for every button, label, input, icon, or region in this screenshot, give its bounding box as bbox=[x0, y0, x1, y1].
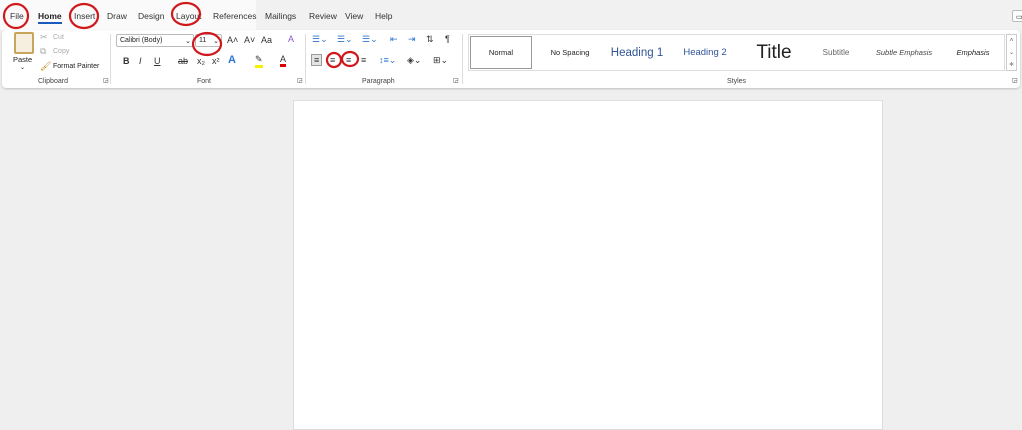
tab-review[interactable]: Review bbox=[309, 11, 337, 21]
paste-dropdown-icon[interactable]: ⌄ bbox=[20, 64, 25, 71]
tab-layout[interactable]: Layout bbox=[176, 11, 202, 21]
tab-draw[interactable]: Draw bbox=[107, 11, 127, 21]
format-painter-icon: 🖌 bbox=[40, 61, 52, 71]
decrease-indent-icon[interactable]: ⇤ bbox=[390, 34, 398, 45]
line-spacing-icon[interactable]: ↕≡⌄ bbox=[379, 55, 396, 66]
style-subtle-emphasis[interactable]: Subtle Emphasis bbox=[871, 35, 937, 70]
underline-button[interactable]: U bbox=[154, 56, 161, 66]
style-title[interactable]: Title bbox=[741, 35, 807, 70]
ribbon: Paste ⌄ ✂ Cut ⧉ Copy 🖌 Format Painter Cl… bbox=[2, 30, 1020, 88]
paragraph-launcher-icon[interactable]: ◲ bbox=[453, 77, 459, 84]
styles-gallery: Normal No Spacing Heading 1 Heading 2 Ti… bbox=[468, 34, 1005, 71]
tab-help[interactable]: Help bbox=[375, 11, 392, 21]
strikethrough-button[interactable]: ab bbox=[178, 56, 188, 66]
paste-button[interactable]: Paste bbox=[13, 55, 32, 64]
tab-view[interactable]: View bbox=[345, 11, 363, 21]
styles-label: Styles bbox=[727, 78, 747, 85]
superscript-button[interactable]: x² bbox=[212, 56, 220, 66]
ribbon-tabs: File Home Insert Draw Design Layout Refe… bbox=[0, 0, 1022, 30]
style-normal[interactable]: Normal bbox=[470, 36, 532, 69]
tab-home[interactable]: Home bbox=[38, 11, 62, 24]
increase-indent-icon[interactable]: ⇥ bbox=[408, 34, 416, 45]
font-label: Font bbox=[197, 78, 212, 85]
bold-button[interactable]: B bbox=[123, 56, 130, 66]
align-left-button[interactable]: ≡ bbox=[311, 54, 323, 66]
shrink-font-button[interactable]: A˅ bbox=[244, 35, 255, 45]
clipboard-label: Clipboard bbox=[38, 78, 68, 85]
tab-file[interactable]: File bbox=[10, 11, 24, 21]
subscript-button[interactable]: x₂ bbox=[197, 56, 205, 66]
comments-button[interactable]: ▭ bbox=[1012, 10, 1022, 22]
highlight-icon[interactable]: ✎ bbox=[255, 54, 263, 68]
cut-button[interactable]: Cut bbox=[53, 34, 64, 41]
style-heading-2[interactable]: Heading 2 bbox=[673, 35, 737, 70]
paragraph-label: Paragraph bbox=[362, 78, 395, 85]
style-subtitle[interactable]: Subtitle bbox=[809, 35, 863, 70]
format-painter-button[interactable]: Format Painter bbox=[53, 63, 99, 70]
font-name-select[interactable]: Calibri (Body) ⌄ bbox=[116, 34, 194, 47]
justify-button[interactable]: ≡ bbox=[361, 55, 366, 65]
document-page[interactable] bbox=[293, 100, 883, 430]
grow-font-button[interactable]: A˄ bbox=[227, 35, 238, 45]
paste-icon bbox=[14, 32, 34, 54]
copy-button[interactable]: Copy bbox=[53, 48, 69, 55]
cut-icon: ✂ bbox=[40, 32, 48, 42]
tab-mailings[interactable]: Mailings bbox=[265, 11, 296, 21]
style-no-spacing[interactable]: No Spacing bbox=[539, 35, 601, 70]
show-marks-icon[interactable]: ¶ bbox=[445, 34, 450, 44]
tab-design[interactable]: Design bbox=[138, 11, 164, 21]
clear-formatting-icon[interactable]: A bbox=[288, 34, 294, 44]
style-emphasis[interactable]: Emphasis bbox=[945, 35, 1001, 70]
change-case-button[interactable]: Aa bbox=[261, 35, 272, 45]
comment-icon: ▭ bbox=[1016, 14, 1022, 21]
bullets-icon[interactable]: ☰⌄ bbox=[312, 34, 328, 45]
styles-launcher-icon[interactable]: ◲ bbox=[1012, 77, 1018, 84]
font-color-icon[interactable]: A bbox=[280, 54, 287, 67]
copy-icon: ⧉ bbox=[40, 46, 47, 56]
style-heading-1[interactable]: Heading 1 bbox=[605, 35, 669, 70]
styles-scroll[interactable]: ˄ ⌄ ≑ bbox=[1006, 34, 1017, 71]
multilevel-list-icon[interactable]: ☰⌄ bbox=[362, 34, 378, 45]
shading-icon[interactable]: ◈⌄ bbox=[407, 55, 421, 66]
tab-insert[interactable]: Insert bbox=[74, 11, 95, 21]
tab-references[interactable]: References bbox=[213, 11, 256, 21]
text-effects-icon[interactable]: A bbox=[228, 54, 236, 66]
italic-button[interactable]: I bbox=[139, 56, 142, 66]
font-launcher-icon[interactable]: ◲ bbox=[297, 77, 303, 84]
borders-icon[interactable]: ⊞⌄ bbox=[433, 55, 448, 66]
align-right-button[interactable]: ≡ bbox=[346, 55, 351, 65]
clipboard-launcher-icon[interactable]: ◲ bbox=[103, 77, 109, 84]
sort-icon[interactable]: ⇅ bbox=[426, 34, 434, 45]
align-center-button[interactable]: ≡ bbox=[330, 55, 335, 65]
font-size-select[interactable]: 11 ⌄ bbox=[195, 34, 222, 47]
numbering-icon[interactable]: ☰⌄ bbox=[337, 34, 353, 45]
